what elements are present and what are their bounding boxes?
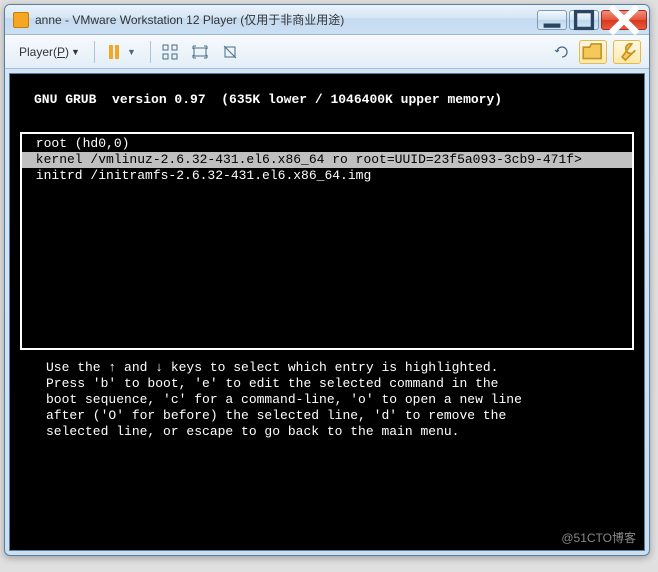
toolbar: Player(P) ▼ ▼ [5, 35, 649, 69]
cycle-devices-button[interactable] [551, 41, 573, 63]
grub-entry-selected[interactable]: kernel /vmlinuz-2.6.32-431.el6.x86_64 ro… [22, 152, 632, 168]
close-button[interactable] [601, 10, 647, 30]
watermark: @51CTO博客 [561, 530, 636, 546]
grub-header: GNU GRUB version 0.97 (635K lower / 1046… [16, 92, 638, 108]
separator [94, 41, 95, 63]
pause-icon [109, 45, 119, 59]
app-icon [13, 12, 29, 28]
grub-entry[interactable]: root (hd0,0) [22, 136, 632, 152]
fullscreen-button[interactable] [189, 41, 211, 63]
separator [150, 41, 151, 63]
dropdown-arrow-icon: ▼ [71, 47, 80, 57]
window-title: anne - VMware Workstation 12 Player (仅用于… [35, 11, 537, 28]
unity-button[interactable] [219, 41, 241, 63]
minimize-button[interactable] [537, 10, 567, 30]
vmware-player-window: anne - VMware Workstation 12 Player (仅用于… [4, 4, 650, 556]
expand-icon [192, 44, 208, 60]
manage-button[interactable] [579, 40, 607, 64]
pause-dropdown-icon[interactable]: ▼ [127, 47, 136, 57]
grub-boot-menu[interactable]: root (hd0,0) kernel /vmlinuz-2.6.32-431.… [20, 132, 634, 350]
wrench-icon [614, 39, 640, 65]
player-menu-label: Player(P) [19, 45, 69, 59]
grid-icon [162, 44, 178, 60]
cycle-icon [554, 44, 570, 60]
help-button[interactable] [613, 40, 641, 64]
grub-help-text: Use the ↑ and ↓ keys to select which ent… [16, 350, 638, 440]
vm-console[interactable]: GNU GRUB version 0.97 (635K lower / 1046… [9, 73, 645, 551]
pause-button[interactable] [103, 41, 125, 63]
titlebar[interactable]: anne - VMware Workstation 12 Player (仅用于… [5, 5, 649, 35]
window-controls [537, 10, 647, 30]
send-ctrl-alt-del-button[interactable] [159, 41, 181, 63]
player-menu[interactable]: Player(P) ▼ [13, 41, 86, 63]
folder-icon [580, 39, 606, 65]
unity-icon [222, 44, 238, 60]
maximize-button[interactable] [569, 10, 599, 30]
grub-entry[interactable]: initrd /initramfs-2.6.32-431.el6.x86_64.… [22, 168, 632, 184]
